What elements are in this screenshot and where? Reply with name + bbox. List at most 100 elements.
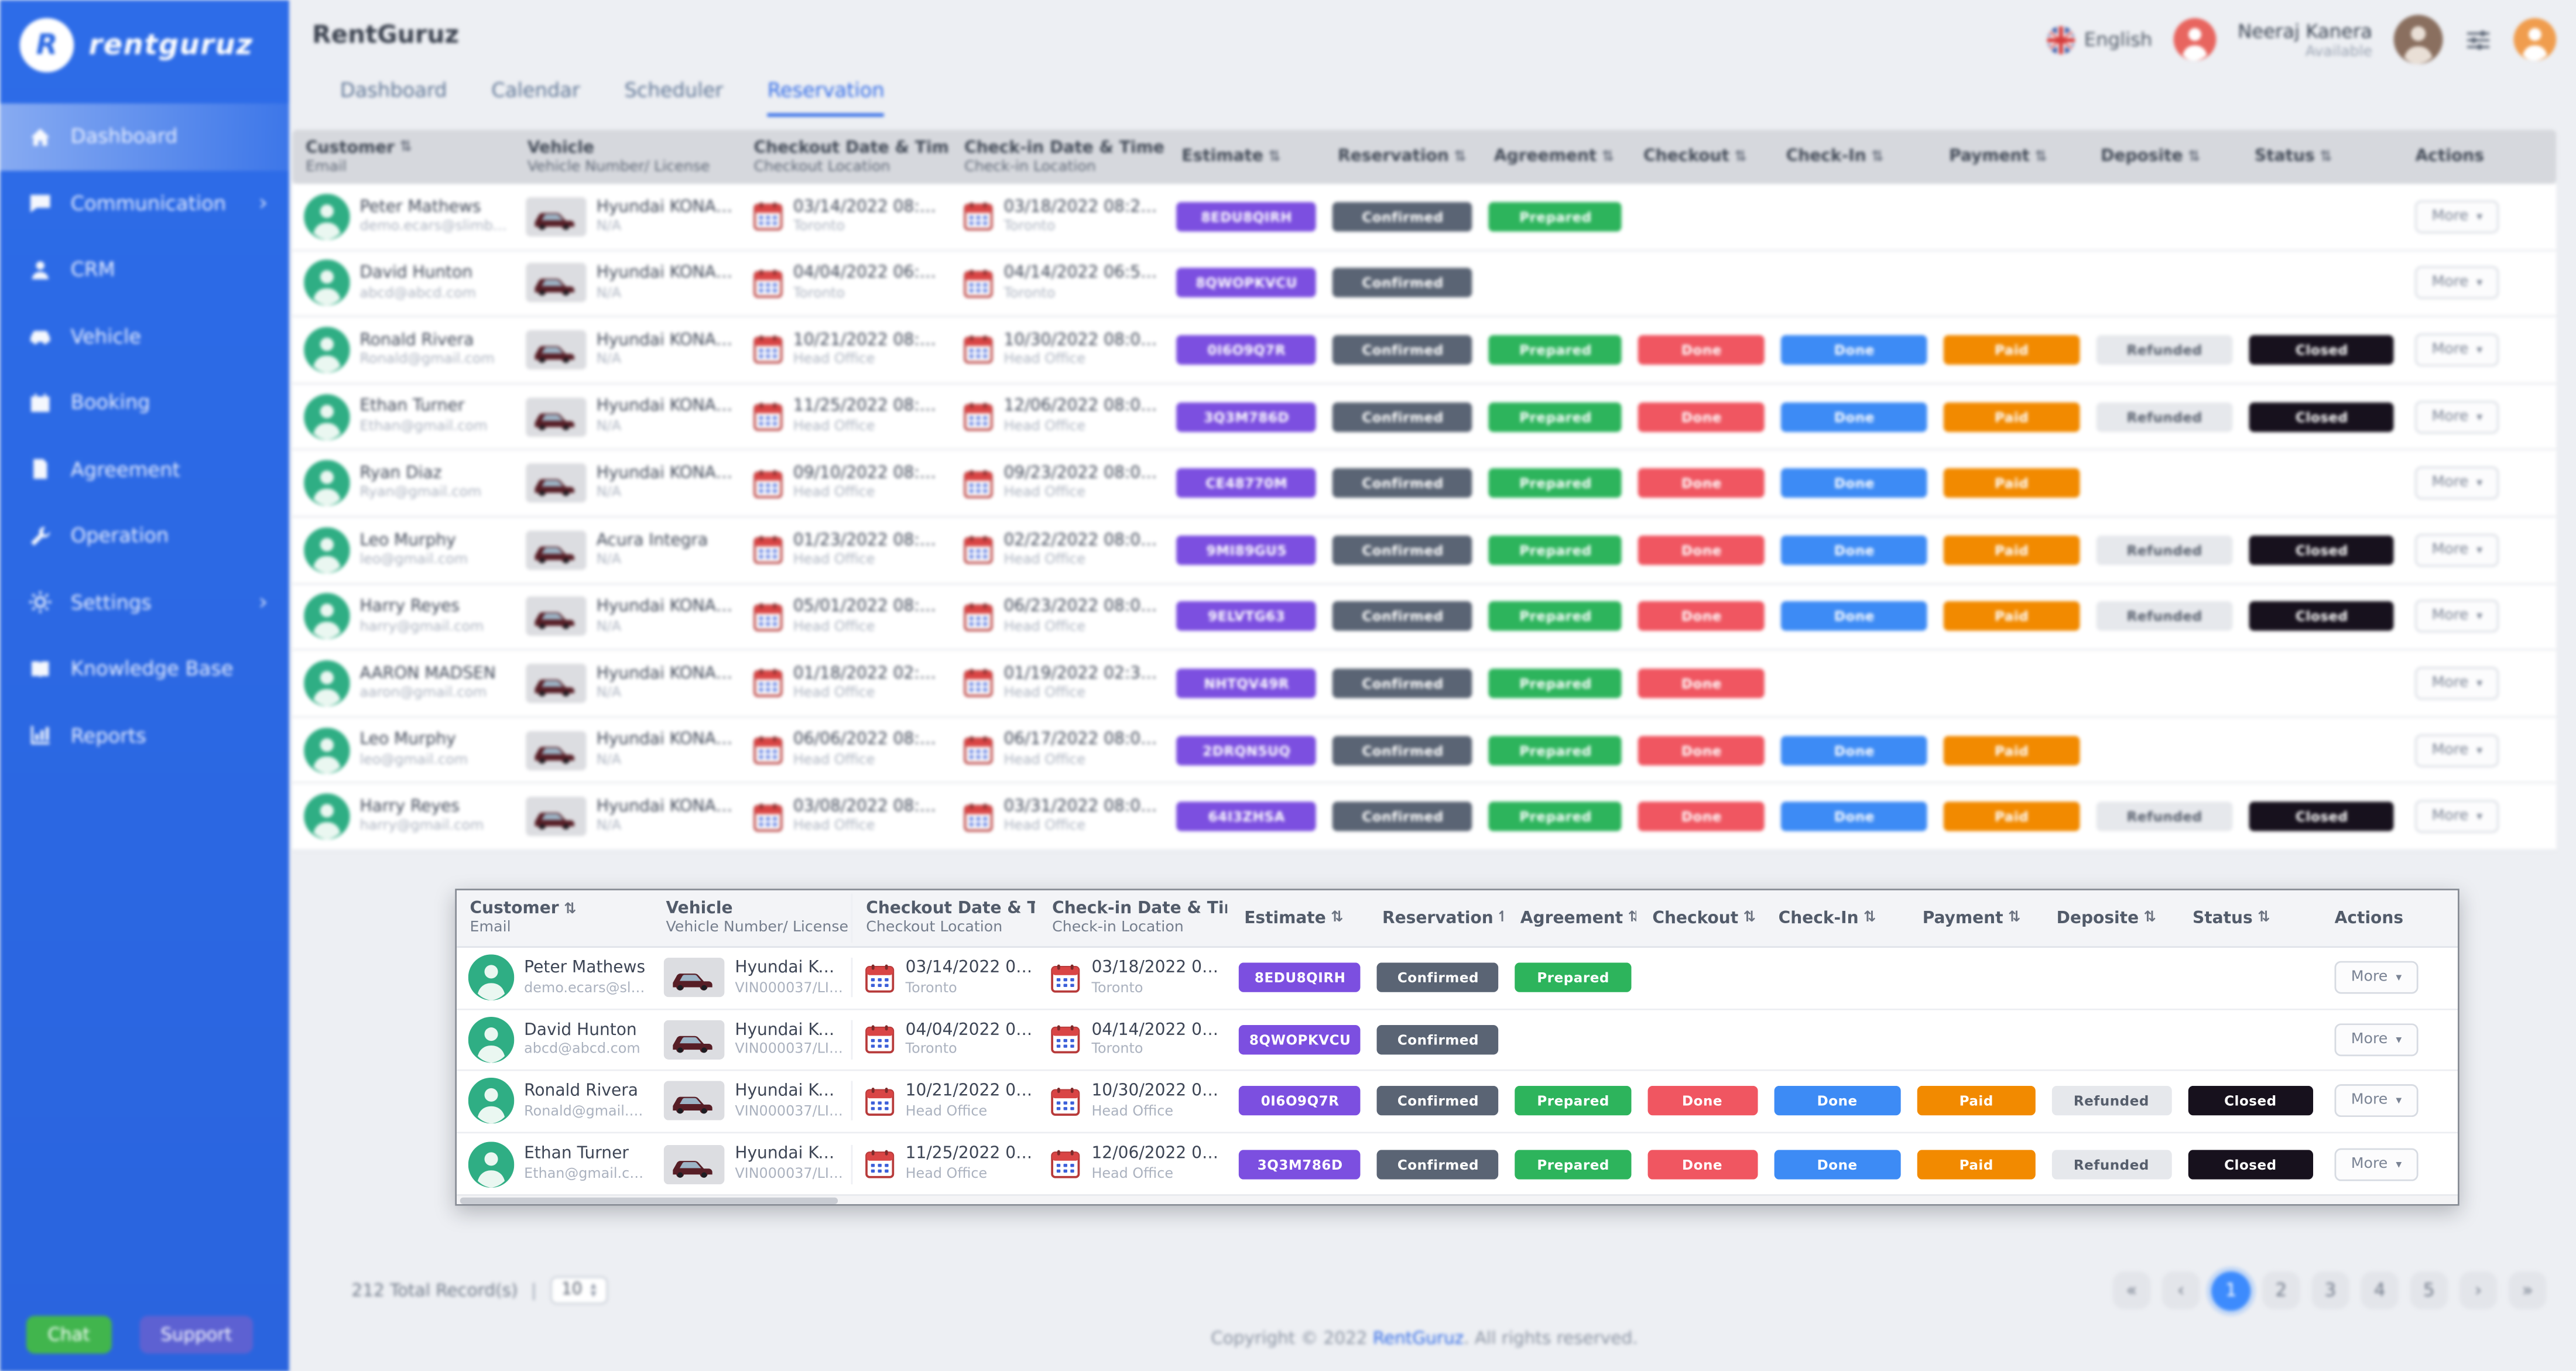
next-page-button[interactable]: › (2459, 1272, 2498, 1310)
more-label: More (2432, 208, 2469, 225)
last-page-button[interactable]: » (2509, 1272, 2547, 1310)
more-button[interactable]: More▾ (2335, 961, 2419, 994)
sidebar-item-label: Reports (71, 724, 146, 747)
filter-sliders-icon[interactable] (2464, 25, 2492, 53)
sort-icon[interactable]: ⇅ (1734, 149, 1746, 165)
more-button[interactable]: More▾ (2416, 400, 2499, 433)
scrollbar-thumb[interactable] (460, 1198, 838, 1205)
user-menu[interactable]: Neeraj Kanera Available (2238, 19, 2372, 60)
estimate-pill: NHTQV49R (1177, 669, 1317, 698)
column-header-checkout: Checkout⇅ (1630, 141, 1773, 172)
sort-icon[interactable]: ⇅ (1331, 910, 1343, 927)
sort-icon[interactable]: ⇅ (2034, 149, 2047, 165)
payment-cell: Paid (1936, 602, 2088, 632)
reservation-pill: Confirmed (1333, 468, 1473, 498)
sort-icon[interactable]: ⇅ (1743, 910, 1756, 927)
sort-icon[interactable]: ⇅ (2144, 910, 2156, 927)
agreement-cell: Prepared (1481, 202, 1630, 232)
first-page-button[interactable]: « (2113, 1272, 2151, 1310)
sort-icon[interactable]: ⇅ (2258, 910, 2270, 927)
customer-email: abcd@abcd.com (524, 1041, 640, 1058)
sidebar: R rentguruz DashboardCommunication›CRMVe… (0, 0, 289, 1371)
customer-cell: Ronald RiveraRonald@gmail.com (457, 1078, 653, 1125)
chat-button[interactable]: Chat (26, 1315, 111, 1353)
page-button-4[interactable]: 4 (2361, 1272, 2399, 1310)
sidebar-item-vehicle[interactable]: Vehicle (0, 303, 289, 370)
more-button[interactable]: More▾ (2416, 200, 2499, 233)
more-button[interactable]: More▾ (2416, 600, 2499, 633)
page-button-5[interactable]: 5 (2410, 1272, 2448, 1310)
sort-icon[interactable]: ⇅ (1871, 149, 1883, 165)
sort-icon[interactable]: ⇅ (564, 901, 576, 917)
sort-icon[interactable]: ⇅ (1864, 910, 1876, 927)
customer-avatar (468, 1141, 515, 1187)
vehicle-thumbnail (664, 1020, 725, 1059)
sort-icon[interactable]: ⇅ (399, 140, 412, 156)
sort-icon[interactable]: ⇅ (1454, 149, 1466, 165)
more-button[interactable]: More▾ (2416, 467, 2499, 499)
sidebar-item-operation[interactable]: Operation (0, 503, 289, 570)
checkout-cell: Done (1630, 402, 1773, 431)
sort-icon[interactable]: ⇅ (1628, 910, 1636, 927)
date-value: 11/25/2022 08:00 A... (906, 1146, 1033, 1164)
deposite-pill: Refunded (2096, 402, 2234, 431)
sidebar-item-crm[interactable]: CRM (0, 237, 289, 303)
more-label: More (2432, 742, 2469, 758)
sort-icon[interactable]: ⇅ (1602, 149, 1614, 165)
sidebar-item-settings[interactable]: Settings› (0, 569, 289, 636)
vehicle-cell: Hyundai KONA EVVIN000037/LIC0037 (653, 1020, 853, 1059)
reservation-pill: Confirmed (1333, 669, 1473, 698)
agreement-pill: Prepared (1489, 735, 1622, 765)
more-button[interactable]: More▾ (2416, 334, 2499, 366)
more-button[interactable]: More▾ (2335, 1147, 2419, 1180)
more-button[interactable]: More▾ (2335, 1085, 2419, 1118)
sidebar-item-agreement[interactable]: Agreement (0, 436, 289, 503)
prev-page-button[interactable]: ‹ (2162, 1272, 2200, 1310)
customer-text: Ronald RiveraRonald@gmail.com (360, 331, 495, 368)
user-status: Available (2238, 43, 2372, 60)
sidebar-item-dashboard[interactable]: Dashboard (0, 104, 289, 170)
sidebar-item-knowledge-base[interactable]: Knowledge Base (0, 636, 289, 702)
date-text: 10/30/2022 08:00 A...Head Office (1003, 331, 1162, 368)
language-selector[interactable]: English (2046, 25, 2152, 53)
page-button-1[interactable]: 1 (2211, 1271, 2250, 1311)
page-button-3[interactable]: 3 (2311, 1272, 2349, 1310)
page-size-select[interactable]: 10 ▲▼ (550, 1277, 608, 1305)
page-button-2[interactable]: 2 (2262, 1272, 2300, 1310)
more-button[interactable]: More▾ (2416, 533, 2499, 566)
more-button[interactable]: More▾ (2416, 267, 2499, 300)
more-button[interactable]: More▾ (2416, 667, 2499, 700)
column-header-reservation: Reservation⇅ (1369, 903, 1508, 934)
user-orange-avatar-icon[interactable] (2513, 18, 2556, 61)
support-button[interactable]: Support (139, 1315, 254, 1353)
sidebar-item-booking[interactable]: Booking (0, 369, 289, 436)
agreement-cell: Prepared (1481, 535, 1630, 565)
column-label: Check-In⇅ (1779, 909, 1906, 927)
more-label: More (2432, 541, 2469, 558)
user-photo-avatar[interactable] (2394, 15, 2443, 64)
column-header-status: Status⇅ (2180, 903, 2322, 934)
page-size-stepper-icon[interactable]: ▲▼ (591, 1282, 597, 1300)
customer-text: David Huntonabcd@abcd.com (360, 265, 476, 301)
notification-avatar-icon[interactable] (2174, 18, 2217, 61)
sort-icon[interactable]: ⇅ (2188, 149, 2200, 165)
payment-pill: Paid (1944, 468, 2080, 498)
footer-brand-link[interactable]: RentGuruz (1373, 1329, 1464, 1349)
tab-scheduler[interactable]: Scheduler (625, 79, 724, 117)
customer-text: Harry Reyesharry@gmail.com (360, 598, 484, 635)
horizontal-scrollbar[interactable] (457, 1195, 2458, 1205)
sort-icon[interactable]: ⇅ (1498, 910, 1504, 927)
sidebar-item-communication[interactable]: Communication› (0, 170, 289, 237)
sort-icon[interactable]: ⇅ (1268, 149, 1280, 165)
tab-reservation[interactable]: Reservation (768, 79, 885, 117)
tab-calendar[interactable]: Calendar (491, 79, 580, 117)
tab-dashboard[interactable]: Dashboard (340, 79, 447, 117)
more-button[interactable]: More▾ (2416, 800, 2499, 833)
more-button[interactable]: More▾ (2416, 734, 2499, 766)
sort-icon[interactable]: ⇅ (2320, 149, 2332, 165)
customer-name: David Hunton (360, 265, 476, 283)
sort-icon[interactable]: ⇅ (2008, 910, 2020, 927)
more-button[interactable]: More▾ (2335, 1023, 2419, 1056)
sidebar-item-reports[interactable]: Reports (0, 702, 289, 769)
pagination-bar: 212 Total Record(s) | 10 ▲▼ «‹12345›» (292, 1271, 2556, 1311)
